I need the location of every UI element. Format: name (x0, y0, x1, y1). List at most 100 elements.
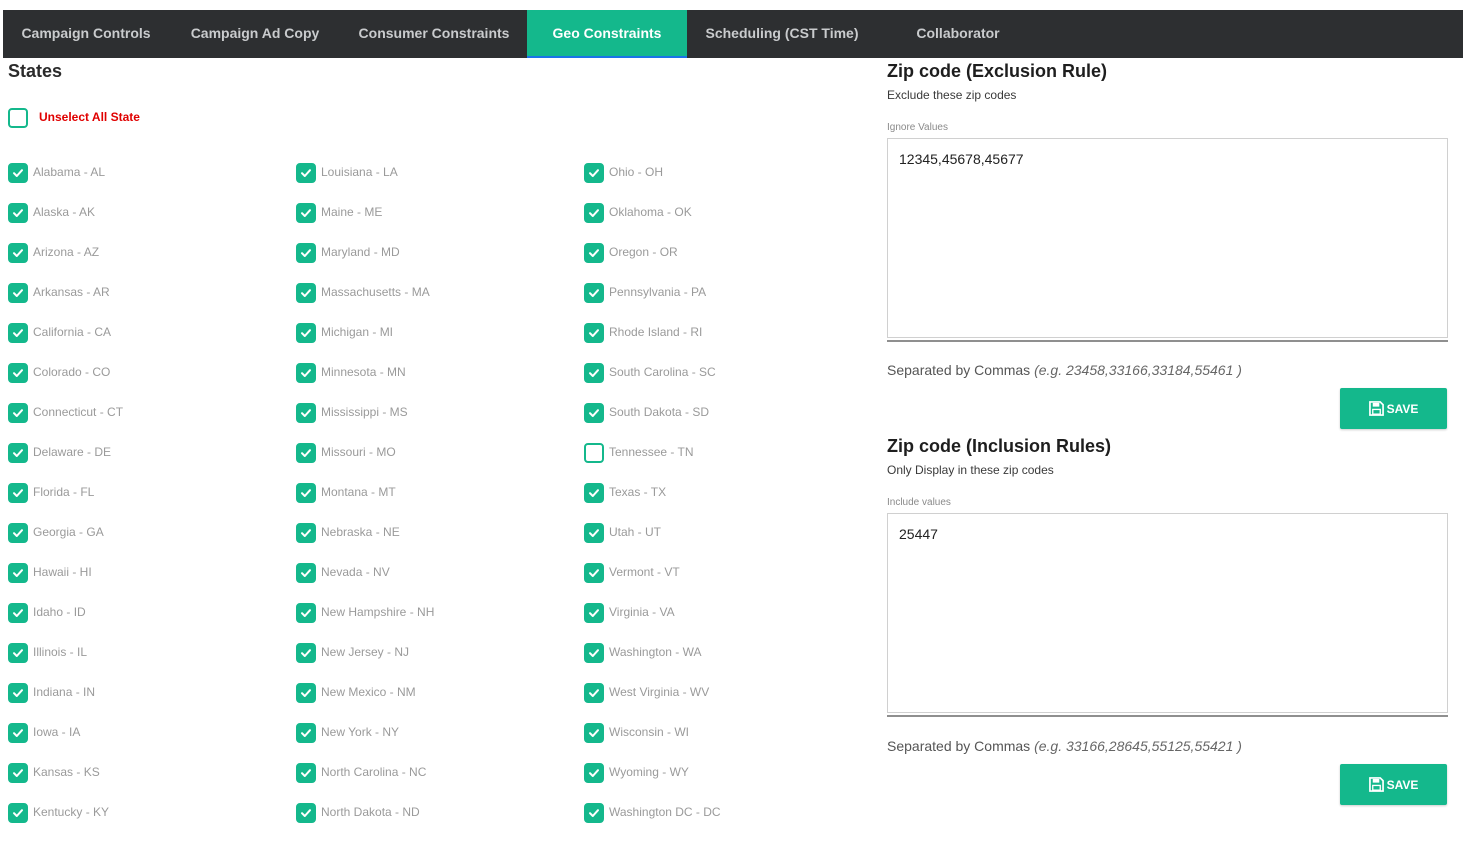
state-label[interactable]: Alaska - AK (33, 205, 95, 219)
state-checkbox[interactable] (8, 323, 28, 343)
state-checkbox[interactable] (296, 563, 316, 583)
state-checkbox[interactable] (8, 523, 28, 543)
tab-campaign-controls[interactable]: Campaign Controls (3, 10, 169, 58)
state-checkbox[interactable] (296, 243, 316, 263)
state-checkbox[interactable] (584, 323, 604, 343)
state-checkbox[interactable] (8, 483, 28, 503)
state-label[interactable]: Illinois - IL (33, 645, 87, 659)
state-label[interactable]: Mississippi - MS (321, 405, 408, 419)
state-checkbox[interactable] (584, 723, 604, 743)
state-label[interactable]: Arizona - AZ (33, 245, 99, 259)
unselect-all-label[interactable]: Unselect All State (39, 110, 140, 124)
state-label[interactable]: Pennsylvania - PA (609, 285, 706, 299)
state-checkbox[interactable] (584, 523, 604, 543)
state-label[interactable]: Louisiana - LA (321, 165, 398, 179)
state-label[interactable]: Idaho - ID (33, 605, 86, 619)
state-checkbox[interactable] (8, 563, 28, 583)
state-label[interactable]: Ohio - OH (609, 165, 663, 179)
exclusion-save-button[interactable]: SAVE (1340, 388, 1447, 429)
state-checkbox[interactable] (584, 643, 604, 663)
state-checkbox[interactable] (584, 163, 604, 183)
state-label[interactable]: Nevada - NV (321, 565, 390, 579)
state-label[interactable]: Alabama - AL (33, 165, 105, 179)
state-label[interactable]: Arkansas - AR (33, 285, 110, 299)
inclusion-save-button[interactable]: SAVE (1340, 764, 1447, 805)
state-checkbox[interactable] (584, 443, 604, 463)
state-checkbox[interactable] (296, 203, 316, 223)
state-label[interactable]: Kansas - KS (33, 765, 100, 779)
state-label[interactable]: Colorado - CO (33, 365, 110, 379)
state-label[interactable]: Wisconsin - WI (609, 725, 689, 739)
state-label[interactable]: Iowa - IA (33, 725, 80, 739)
state-label[interactable]: New Jersey - NJ (321, 645, 409, 659)
state-checkbox[interactable] (584, 203, 604, 223)
state-label[interactable]: New York - NY (321, 725, 399, 739)
state-checkbox[interactable] (8, 603, 28, 623)
state-checkbox[interactable] (8, 283, 28, 303)
state-label[interactable]: Minnesota - MN (321, 365, 406, 379)
state-checkbox[interactable] (8, 163, 28, 183)
tab-geo-constraints[interactable]: Geo Constraints (527, 10, 687, 58)
tab-consumer-constraints[interactable]: Consumer Constraints (341, 10, 527, 58)
state-checkbox[interactable] (296, 163, 316, 183)
state-checkbox[interactable] (296, 403, 316, 423)
state-label[interactable]: Florida - FL (33, 485, 94, 499)
state-checkbox[interactable] (8, 803, 28, 823)
state-label[interactable]: North Dakota - ND (321, 805, 420, 819)
state-label[interactable]: Connecticut - CT (33, 405, 123, 419)
state-label[interactable]: Utah - UT (609, 525, 661, 539)
state-checkbox[interactable] (296, 643, 316, 663)
state-checkbox[interactable] (296, 523, 316, 543)
state-checkbox[interactable] (8, 243, 28, 263)
state-label[interactable]: South Carolina - SC (609, 365, 716, 379)
state-label[interactable]: Georgia - GA (33, 525, 104, 539)
exclusion-zip-input[interactable]: 12345,45678,45677 (887, 138, 1448, 338)
state-label[interactable]: Missouri - MO (321, 445, 396, 459)
state-label[interactable]: North Carolina - NC (321, 765, 426, 779)
state-checkbox[interactable] (296, 323, 316, 343)
state-checkbox[interactable] (584, 563, 604, 583)
state-checkbox[interactable] (584, 803, 604, 823)
state-checkbox[interactable] (584, 243, 604, 263)
state-checkbox[interactable] (296, 363, 316, 383)
state-checkbox[interactable] (8, 763, 28, 783)
state-checkbox[interactable] (584, 363, 604, 383)
state-checkbox[interactable] (584, 763, 604, 783)
state-checkbox[interactable] (584, 283, 604, 303)
state-label[interactable]: Texas - TX (609, 485, 666, 499)
state-label[interactable]: Hawaii - HI (33, 565, 92, 579)
tab-campaign-ad-copy[interactable]: Campaign Ad Copy (169, 10, 341, 58)
state-checkbox[interactable] (296, 763, 316, 783)
state-checkbox[interactable] (584, 603, 604, 623)
state-checkbox[interactable] (584, 403, 604, 423)
state-label[interactable]: California - CA (33, 325, 111, 339)
state-label[interactable]: Washington DC - DC (609, 805, 721, 819)
state-checkbox[interactable] (296, 283, 316, 303)
state-label[interactable]: Washington - WA (609, 645, 701, 659)
state-label[interactable]: Nebraska - NE (321, 525, 400, 539)
inclusion-zip-input[interactable]: 25447 (887, 513, 1448, 713)
state-checkbox[interactable] (296, 483, 316, 503)
unselect-all-checkbox[interactable] (8, 108, 28, 128)
state-label[interactable]: Indiana - IN (33, 685, 95, 699)
state-label[interactable]: Virginia - VA (609, 605, 675, 619)
tab-scheduling[interactable]: Scheduling (CST Time) (687, 10, 877, 58)
state-checkbox[interactable] (8, 643, 28, 663)
state-label[interactable]: Kentucky - KY (33, 805, 109, 819)
state-checkbox[interactable] (8, 403, 28, 423)
state-checkbox[interactable] (584, 483, 604, 503)
state-label[interactable]: Michigan - MI (321, 325, 393, 339)
state-label[interactable]: New Hampshire - NH (321, 605, 434, 619)
state-checkbox[interactable] (296, 723, 316, 743)
state-label[interactable]: Oklahoma - OK (609, 205, 692, 219)
state-checkbox[interactable] (8, 443, 28, 463)
state-checkbox[interactable] (8, 683, 28, 703)
state-label[interactable]: Tennessee - TN (609, 445, 694, 459)
state-checkbox[interactable] (8, 203, 28, 223)
state-label[interactable]: West Virginia - WV (609, 685, 709, 699)
state-label[interactable]: Rhode Island - RI (609, 325, 702, 339)
state-checkbox[interactable] (8, 363, 28, 383)
state-label[interactable]: Oregon - OR (609, 245, 678, 259)
state-label[interactable]: South Dakota - SD (609, 405, 709, 419)
state-label[interactable]: Massachusetts - MA (321, 285, 430, 299)
